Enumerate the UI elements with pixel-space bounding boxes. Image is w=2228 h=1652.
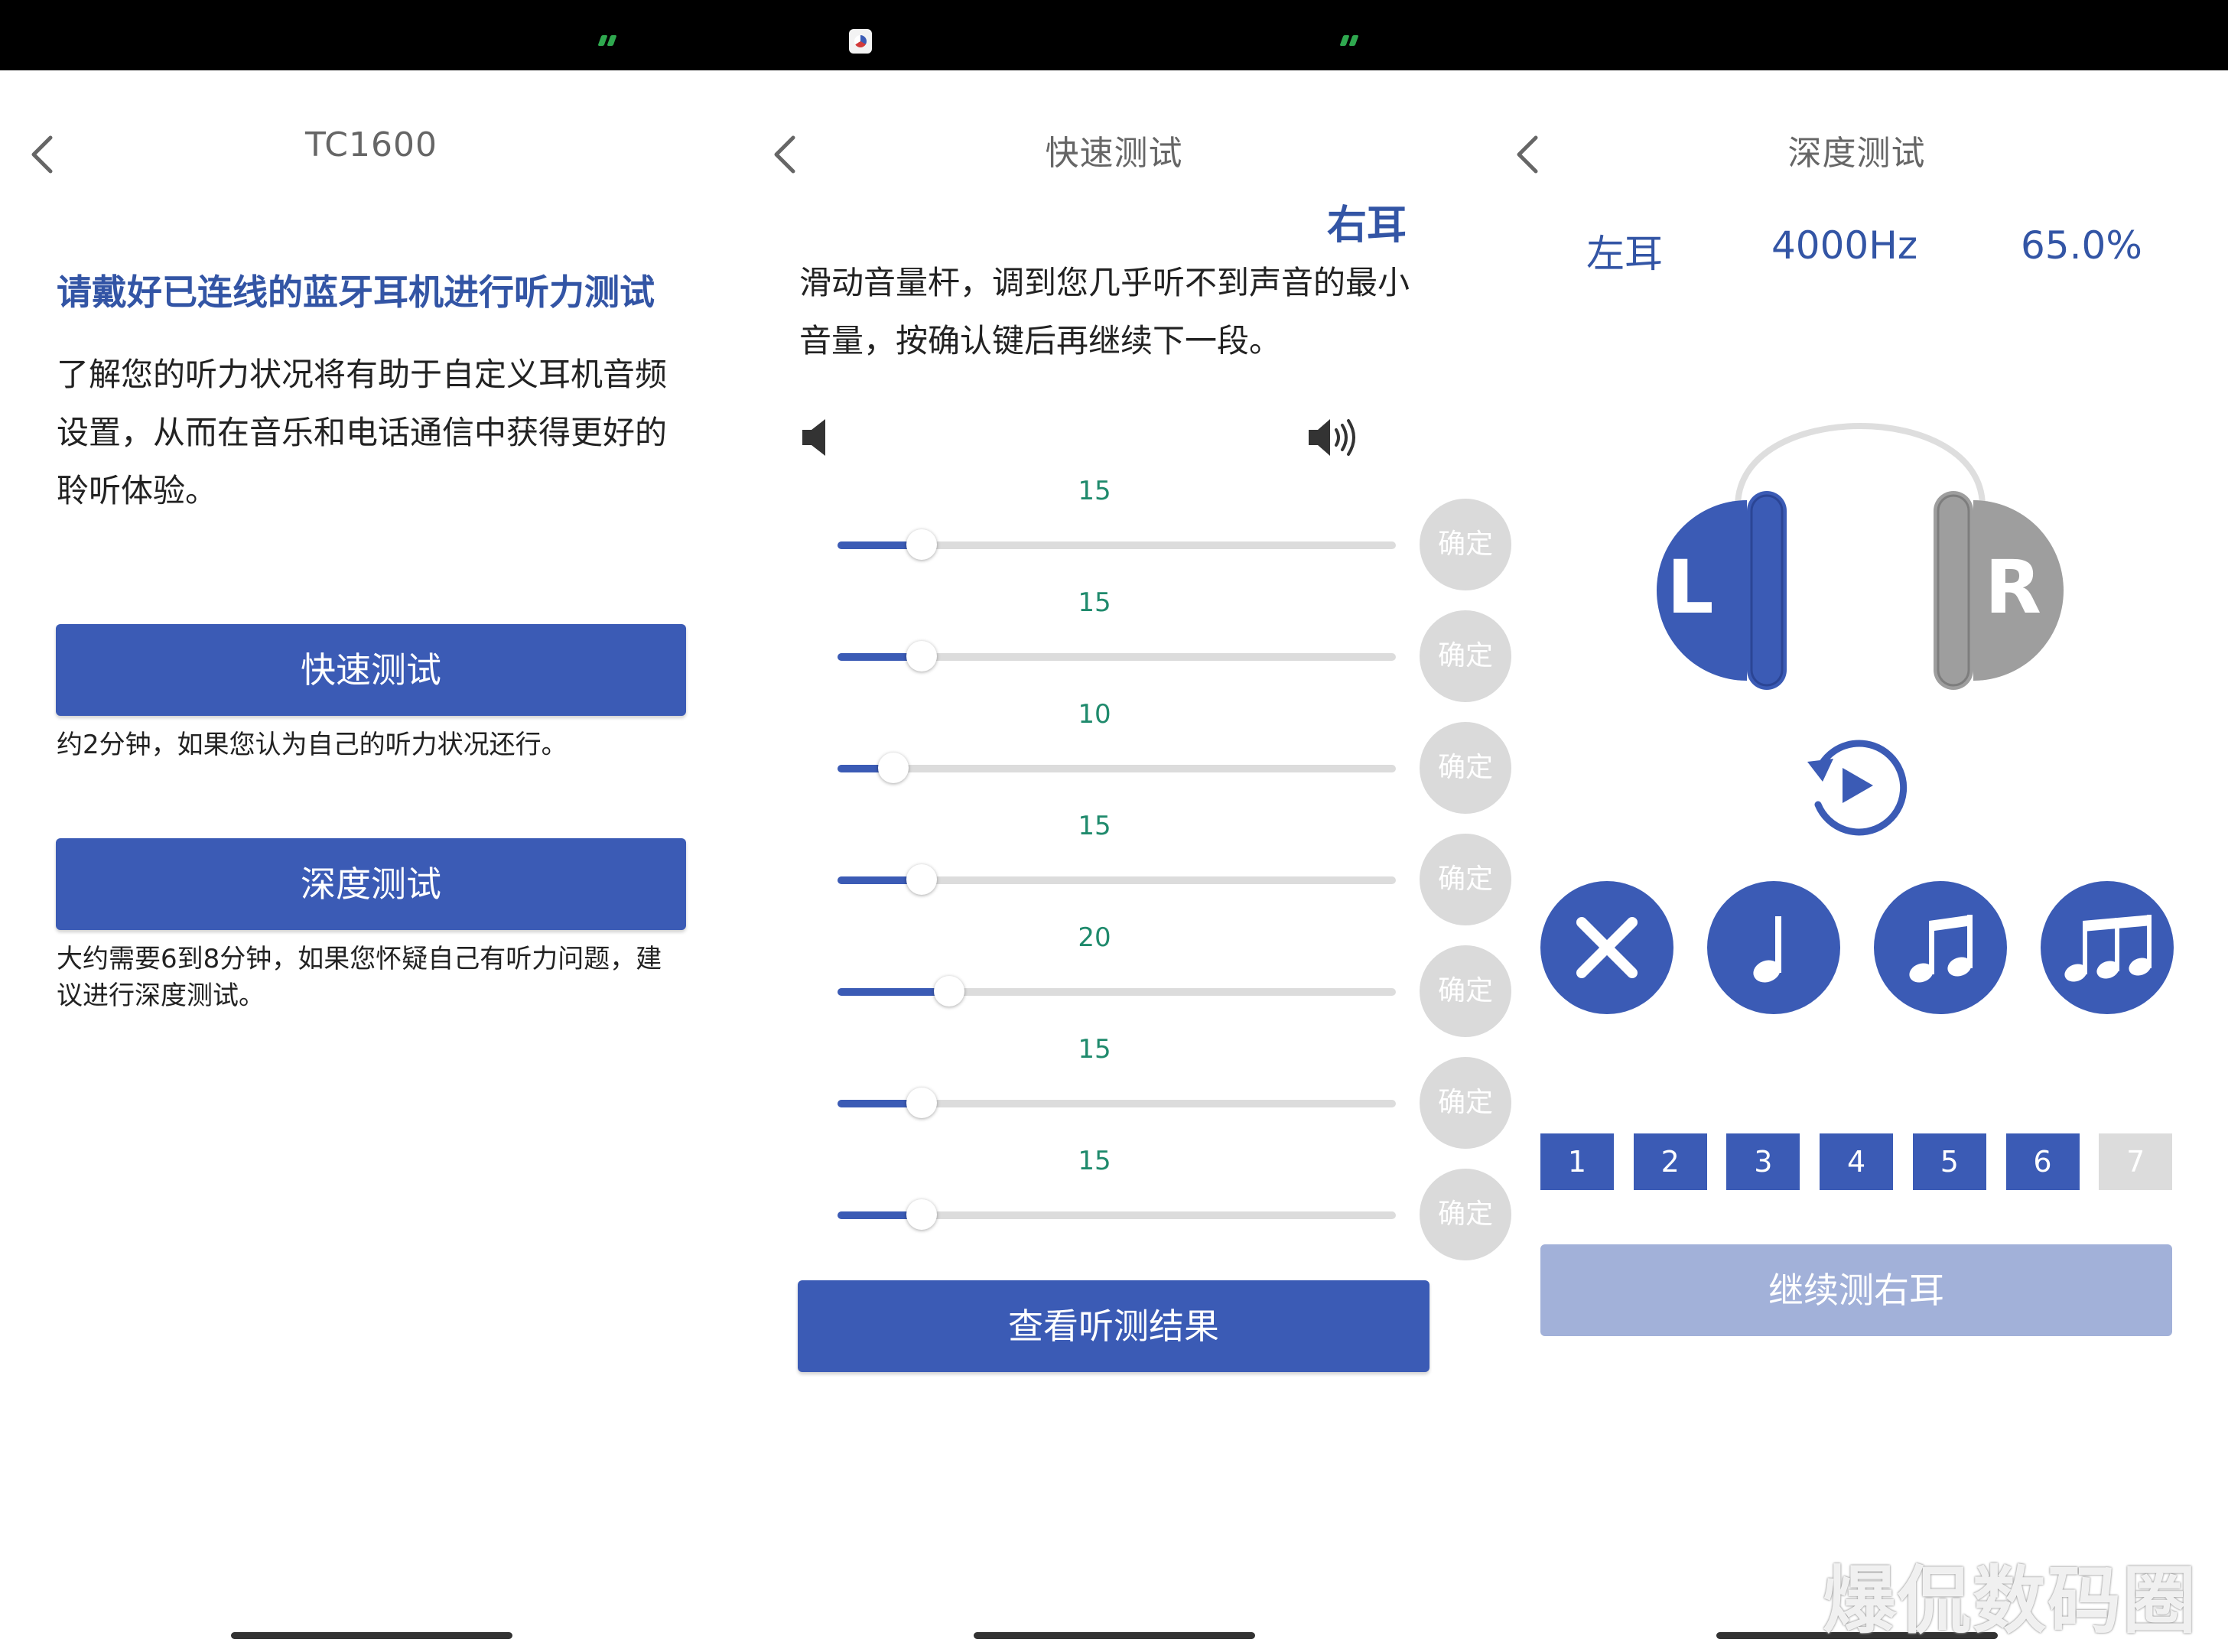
slider-value: 20 xyxy=(1078,922,1111,953)
status-bar xyxy=(0,0,2228,70)
frequency-slider-row: 15 确定 xyxy=(789,811,1511,925)
volume-low-icon xyxy=(802,419,825,456)
slider-value: 15 xyxy=(1078,1034,1111,1065)
quarter-note-icon xyxy=(1753,916,1781,983)
replay-icon[interactable] xyxy=(1795,728,1910,843)
double-note-button[interactable] xyxy=(1874,881,2007,1014)
volume-slider[interactable] xyxy=(838,529,1396,560)
slider-thumb[interactable] xyxy=(906,1088,937,1118)
left-ear-label: L xyxy=(1667,545,1714,630)
slider-thumb[interactable] xyxy=(878,753,909,783)
instruction-text: 滑动音量杆，调到您几乎听不到声音的最小音量，按确认键后再继续下一段。 xyxy=(799,264,1410,359)
volume-slider[interactable] xyxy=(838,1088,1396,1118)
frequency-value: 4000Hz xyxy=(1771,223,1918,268)
right-ear-label: R xyxy=(1985,545,2041,630)
triple-note-button[interactable] xyxy=(2041,881,2174,1014)
page-title: 快速测试 xyxy=(1045,134,1183,173)
step-3[interactable]: 3 xyxy=(1726,1133,1800,1190)
volume-slider[interactable] xyxy=(838,641,1396,672)
step-6[interactable]: 6 xyxy=(2005,1133,2080,1190)
quick-test-screen: 快速测试 右耳 滑动音量杆，调到您几乎听不到声音的最小音量，按确认键后再继续下一… xyxy=(743,70,1511,1652)
step-7[interactable]: 7 xyxy=(2099,1133,2173,1190)
ear-indicator: 左耳 xyxy=(1586,232,1663,276)
deep-test-screen: 深度测试 左耳 4000Hz 65.0% L R 1 2 3 4 5 6 7 继… xyxy=(1485,70,2228,1652)
slider-thumb[interactable] xyxy=(906,1199,937,1230)
signal-indicator-icon xyxy=(1339,35,1359,47)
ear-label: 右耳 xyxy=(1326,203,1407,249)
page-title: TC1600 xyxy=(305,125,437,164)
single-note-button[interactable] xyxy=(1707,881,1840,1014)
frequency-slider-row: 15 确定 xyxy=(789,587,1511,702)
slider-fill xyxy=(838,988,949,996)
volume-slider[interactable] xyxy=(838,753,1396,783)
progress-percent: 65.0% xyxy=(2021,223,2142,268)
home-indicator[interactable] xyxy=(974,1632,1255,1639)
frequency-slider-row: 15 确定 xyxy=(789,1034,1511,1149)
double-note-icon xyxy=(1909,915,1973,983)
triple-note-icon xyxy=(2064,915,2152,982)
slider-value: 15 xyxy=(1078,811,1111,841)
home-screen: TC1600 请戴好已连线的蓝牙耳机进行听力测试 了解您的听力状况将有助于自定义… xyxy=(0,70,743,1652)
app-notification-icon xyxy=(849,29,872,54)
volume-slider[interactable] xyxy=(838,976,1396,1006)
slider-thumb[interactable] xyxy=(934,976,964,1006)
step-2[interactable]: 2 xyxy=(1633,1133,1707,1190)
volume-high-icon xyxy=(1309,419,1355,456)
step-5[interactable]: 5 xyxy=(1912,1133,1986,1190)
deep-test-note: 大约需要6到8分钟，如果您怀疑自己有听力问题，建议进行深度测试。 xyxy=(57,944,662,1011)
slider-value: 15 xyxy=(1078,1146,1111,1176)
step-4[interactable]: 4 xyxy=(1820,1133,1894,1190)
frequency-slider-row: 10 确定 xyxy=(789,699,1511,814)
slider-value: 15 xyxy=(1078,587,1111,618)
continue-right-ear-button[interactable]: 继续测右耳 xyxy=(1540,1244,2172,1336)
slider-thumb[interactable] xyxy=(906,529,937,560)
quick-test-note: 约2分钟，如果您认为自己的听力状况还行。 xyxy=(57,730,568,760)
slider-thumb[interactable] xyxy=(906,864,937,895)
instruction-heading: 请戴好已连线的蓝牙耳机进行听力测试 xyxy=(57,272,655,313)
description-text: 了解您的听力状况将有助于自定义耳机音频设置，从而在音乐和电话通信中获得更好的聆听… xyxy=(57,356,668,509)
view-results-button[interactable]: 查看听测结果 xyxy=(798,1280,1429,1372)
slider-value: 15 xyxy=(1078,476,1111,506)
frequency-slider-row: 15 确定 xyxy=(789,1146,1511,1260)
volume-slider[interactable] xyxy=(838,864,1396,895)
page-title: 深度测试 xyxy=(1787,134,1926,173)
headphones-illustration xyxy=(1657,423,2064,690)
close-icon xyxy=(1576,917,1638,978)
step-1[interactable]: 1 xyxy=(1540,1133,1614,1190)
watermark: 爆侃数码圈 xyxy=(1823,1558,2197,1644)
frequency-slider-row: 20 确定 xyxy=(789,922,1511,1037)
frequency-slider-row: 15 确定 xyxy=(789,476,1511,590)
slider-value: 10 xyxy=(1078,699,1111,730)
deep-test-button[interactable]: 深度测试 xyxy=(56,838,686,930)
signal-indicator-icon xyxy=(597,35,617,47)
no-sound-button[interactable] xyxy=(1540,881,1673,1014)
slider-thumb[interactable] xyxy=(906,641,937,672)
home-indicator[interactable] xyxy=(231,1632,512,1639)
volume-slider[interactable] xyxy=(838,1199,1396,1230)
quick-test-button[interactable]: 快速测试 xyxy=(56,624,686,716)
